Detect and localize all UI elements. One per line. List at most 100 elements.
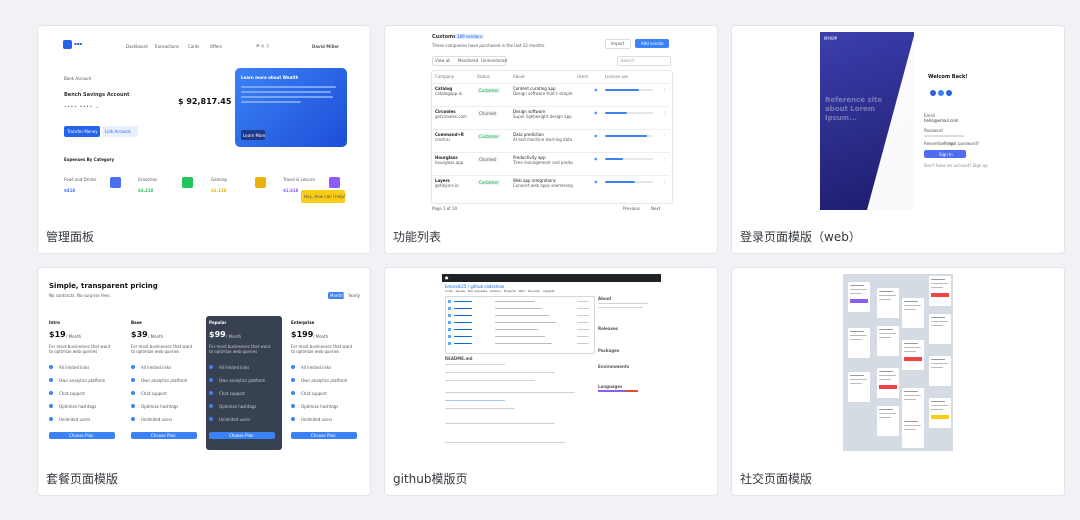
feed-card[interactable] — [929, 398, 951, 428]
yearly-toggle[interactable]: Yearly — [348, 293, 360, 298]
repo-tab-2[interactable]: Pull requests — [468, 289, 487, 293]
row-menu-icon[interactable]: ⋮ — [662, 87, 666, 92]
feed-line — [879, 375, 896, 376]
feed-card[interactable] — [902, 340, 924, 370]
plan-feature: Own analytics platform — [59, 378, 106, 383]
next-button[interactable]: Next — [651, 206, 660, 211]
check-icon — [209, 365, 213, 369]
template-card-github[interactable]: ● bmorelli25 / github-slideshow Code · I… — [384, 267, 718, 496]
feed-line — [850, 293, 862, 294]
feed-card[interactable] — [848, 282, 870, 312]
admin-nav-1[interactable]: Transactions — [154, 44, 179, 49]
feed-card[interactable] — [848, 328, 870, 358]
file-name[interactable] — [454, 301, 472, 302]
file-name[interactable] — [454, 329, 472, 330]
row-divider — [432, 175, 670, 176]
plan-description: For most businesses that want to optimiz… — [131, 344, 193, 354]
category-2-amount: $1,128 — [211, 188, 227, 193]
email-field[interactable]: hello@email.com — [924, 118, 959, 123]
feed-line — [850, 375, 864, 376]
social-icon-1[interactable] — [930, 90, 936, 96]
admin-nav-0[interactable]: Dashboard — [126, 44, 148, 49]
folder-icon — [448, 321, 451, 324]
feed-line — [904, 301, 918, 302]
tab-unmonitored[interactable]: Unmonitored — [481, 58, 507, 63]
link-button-label: Link Account — [105, 129, 131, 134]
repo-tab-5[interactable]: Wiki — [518, 289, 524, 293]
template-card-login[interactable]: MYAPP Reference site about Lorem Ipsum..… — [731, 25, 1065, 254]
file-name[interactable] — [454, 343, 472, 344]
template-card-features[interactable]: Customers 189 vendors These companies ha… — [384, 25, 718, 254]
monthly-label: Monthly — [330, 293, 347, 298]
feed-line — [850, 285, 864, 286]
feed-card[interactable] — [902, 418, 924, 448]
template-card-pricing[interactable]: Simple, transparent pricing No contracts… — [37, 267, 371, 496]
feed-line — [931, 405, 948, 406]
admin-user[interactable]: David Miller — [312, 44, 339, 49]
plan-feature: Chat support — [59, 391, 85, 396]
prev-button[interactable]: Previous — [623, 206, 640, 211]
social-icon-2[interactable] — [938, 90, 944, 96]
repo-tab-7[interactable]: Insights — [543, 289, 555, 293]
row-menu-icon[interactable]: ⋮ — [662, 110, 666, 115]
promo-button-label: Learn More — [243, 133, 266, 138]
feed-card[interactable] — [902, 388, 924, 418]
feed-card[interactable] — [877, 326, 899, 356]
repo-tab-4[interactable]: Projects — [504, 289, 516, 293]
commit-message — [495, 315, 549, 316]
category-2-name: Gaming — [211, 177, 227, 182]
license-fill — [605, 89, 639, 91]
feed-card[interactable] — [929, 276, 951, 306]
repo-tab-3[interactable]: Actions — [490, 289, 501, 293]
row-menu-icon[interactable]: ⋮ — [662, 156, 666, 161]
feed-card[interactable] — [877, 288, 899, 318]
feed-line — [904, 421, 918, 422]
feed-line — [879, 413, 896, 414]
col-status: Status — [477, 74, 490, 79]
row-menu-icon[interactable]: ⋮ — [662, 133, 666, 138]
feed-line — [931, 287, 943, 288]
tab-monitored[interactable]: Monitored — [458, 58, 478, 63]
file-name[interactable] — [454, 315, 472, 316]
plan-feature: Unlimited users — [59, 417, 91, 422]
import-label: Import — [611, 41, 625, 46]
status-badge: Churned — [477, 111, 498, 116]
repo-tab-6[interactable]: Security — [528, 289, 540, 293]
plan-price: $19 — [49, 330, 66, 339]
check-icon — [49, 404, 53, 408]
company-site: cmdr.ai — [435, 137, 450, 142]
feed-line — [904, 425, 921, 426]
feed-card[interactable] — [848, 372, 870, 402]
social-icon-3[interactable] — [946, 90, 952, 96]
welcome-heading: Welcom Back! — [928, 74, 968, 80]
signup-link[interactable]: Don't have an account? Sign up — [924, 163, 988, 168]
feed-card[interactable] — [877, 368, 899, 398]
forgot-link[interactable]: Forgot password? — [944, 141, 979, 146]
commit-time — [577, 329, 589, 330]
repo-tabs[interactable]: Code · Issues · Pull requests · Actions … — [445, 289, 555, 293]
feed-card[interactable] — [877, 406, 899, 436]
license-fill — [605, 158, 623, 160]
file-name[interactable] — [454, 336, 472, 337]
admin-nav-3[interactable]: Offers — [210, 44, 222, 49]
company-site: hourglass.app — [435, 160, 464, 165]
template-card-admin[interactable]: ▪▪▪ Dashboard Transactions Cards Offers … — [37, 25, 371, 254]
template-card-social[interactable]: 社交页面模版 — [731, 267, 1065, 496]
row-menu-icon[interactable]: ⋮ — [662, 179, 666, 184]
plan-period: / Month — [148, 334, 164, 339]
admin-icons[interactable]: ⚙ ◎ ♫ — [256, 43, 269, 48]
feed-card[interactable] — [929, 356, 951, 386]
repo-tab-0[interactable]: Code — [445, 289, 453, 293]
tab-view-all[interactable]: View all — [435, 58, 450, 63]
plan-name: Base — [131, 320, 142, 325]
feed-line — [904, 351, 916, 352]
users-icon: ◉ — [594, 110, 598, 115]
plan-feature: Chat support — [219, 391, 245, 396]
feed-card[interactable] — [902, 298, 924, 328]
admin-nav-2[interactable]: Cards — [188, 44, 199, 49]
file-name[interactable] — [454, 308, 472, 309]
password-field[interactable] — [924, 135, 964, 137]
repo-tab-1[interactable]: Issues — [456, 289, 465, 293]
file-name[interactable] — [454, 322, 472, 323]
feed-card[interactable] — [929, 314, 951, 344]
